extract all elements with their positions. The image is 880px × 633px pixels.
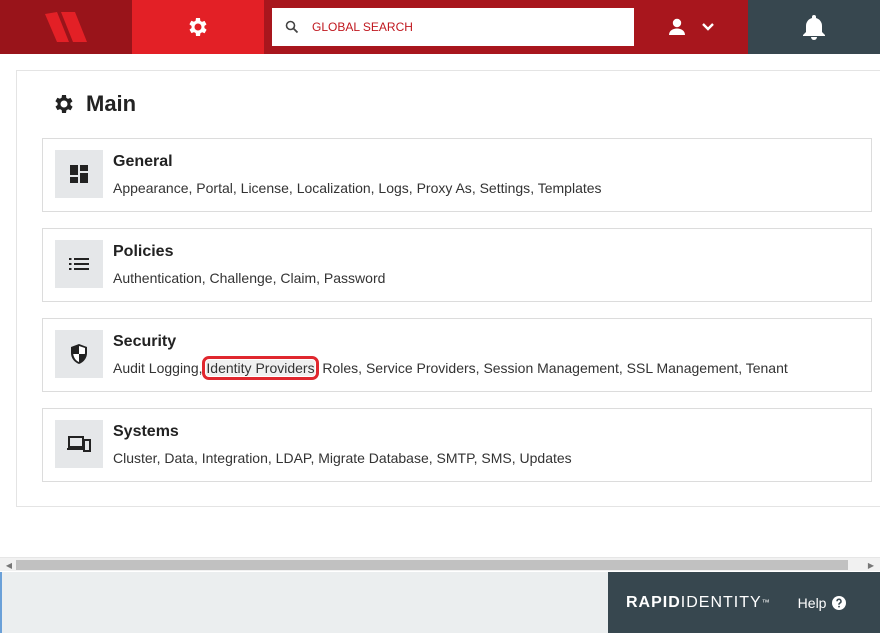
brand-logo-bold: RAPID	[626, 593, 681, 611]
link-service-providers[interactable]: Service Providers	[366, 360, 476, 376]
link-updates[interactable]: Updates	[520, 450, 572, 466]
list-icon	[55, 240, 103, 288]
link-smtp[interactable]: SMTP	[437, 450, 474, 466]
card-security: Security Audit Logging, Identity Provide…	[42, 318, 872, 392]
page-title-text: Main	[86, 91, 137, 116]
card-title: Security	[113, 333, 177, 350]
brand-trademark: ™	[761, 598, 770, 607]
gear-icon	[189, 18, 207, 36]
rapididentity-logo-icon	[45, 12, 87, 42]
card-links: Audit Logging, Identity Providers, Roles…	[113, 356, 788, 380]
link-templates[interactable]: Templates	[538, 180, 602, 196]
link-session-management[interactable]: Session Management	[483, 360, 618, 376]
search-icon	[272, 20, 312, 34]
user-icon	[669, 18, 685, 35]
link-sms[interactable]: SMS	[481, 450, 511, 466]
link-proxy-as[interactable]: Proxy As	[417, 180, 472, 196]
link-portal[interactable]: Portal	[196, 180, 233, 196]
link-appearance[interactable]: Appearance	[113, 180, 189, 196]
card-systems: Systems Cluster, Data, Integration, LDAP…	[42, 408, 872, 482]
card-links: Authentication, Challenge, Claim, Passwo…	[113, 270, 386, 286]
link-identity-providers[interactable]: Identity Providers	[202, 356, 319, 380]
devices-icon	[55, 420, 103, 468]
chevron-down-icon	[702, 23, 714, 31]
user-menu[interactable]	[634, 0, 748, 54]
link-ssl-management[interactable]: SSL Management	[627, 360, 739, 376]
page-title: Main	[52, 91, 136, 117]
card-links: Cluster, Data, Integration, LDAP, Migrat…	[113, 450, 572, 466]
app-logo[interactable]	[0, 0, 132, 54]
link-integration[interactable]: Integration	[202, 450, 268, 466]
question-circle-icon	[832, 595, 847, 610]
link-claim[interactable]: Claim	[280, 270, 316, 286]
link-data[interactable]: Data	[164, 450, 194, 466]
link-tenant[interactable]: Tenant	[746, 360, 788, 376]
link-localization[interactable]: Localization	[297, 180, 371, 196]
card-title: Systems	[113, 423, 179, 440]
top-bar	[0, 0, 880, 54]
dashboard-icon	[55, 150, 103, 198]
settings-tab[interactable]	[132, 0, 264, 54]
card-general: General Appearance, Portal, License, Loc…	[42, 138, 872, 212]
link-challenge[interactable]: Challenge	[210, 270, 273, 286]
link-cluster[interactable]: Cluster	[113, 450, 157, 466]
footer-brand: RAPID IDENTITY ™ Help	[608, 572, 880, 633]
link-password[interactable]: Password	[324, 270, 385, 286]
link-roles[interactable]: Roles	[322, 360, 358, 376]
horizontal-scrollbar[interactable]: ◀ ▶	[0, 557, 880, 571]
scrollbar-thumb[interactable]	[16, 560, 848, 570]
card-links: Appearance, Portal, License, Localizatio…	[113, 180, 602, 196]
global-search	[272, 8, 634, 46]
notifications-button[interactable]	[748, 0, 880, 54]
card-policies: Policies Authentication, Challenge, Clai…	[42, 228, 872, 302]
link-logs[interactable]: Logs	[378, 180, 408, 196]
bell-icon	[803, 15, 825, 40]
scroll-right-icon[interactable]: ▶	[864, 558, 878, 572]
help-label: Help	[797, 594, 827, 611]
link-audit-logging[interactable]: Audit Logging	[113, 360, 199, 376]
shield-icon	[55, 330, 103, 378]
link-migrate-database[interactable]: Migrate Database	[318, 450, 429, 466]
scroll-left-icon[interactable]: ◀	[2, 558, 16, 572]
link-authentication[interactable]: Authentication	[113, 270, 202, 286]
card-title: Policies	[113, 243, 174, 260]
gear-icon	[55, 95, 73, 113]
brand-logo-light: IDENTITY	[680, 593, 762, 611]
search-input[interactable]	[312, 20, 612, 34]
help-button[interactable]: Help	[798, 595, 847, 611]
link-ldap[interactable]: LDAP	[276, 450, 311, 466]
link-settings[interactable]: Settings	[480, 180, 531, 196]
card-title: General	[113, 153, 173, 170]
link-license[interactable]: License	[241, 180, 289, 196]
main-panel: Main General Appearance, Portal, License…	[16, 70, 880, 507]
